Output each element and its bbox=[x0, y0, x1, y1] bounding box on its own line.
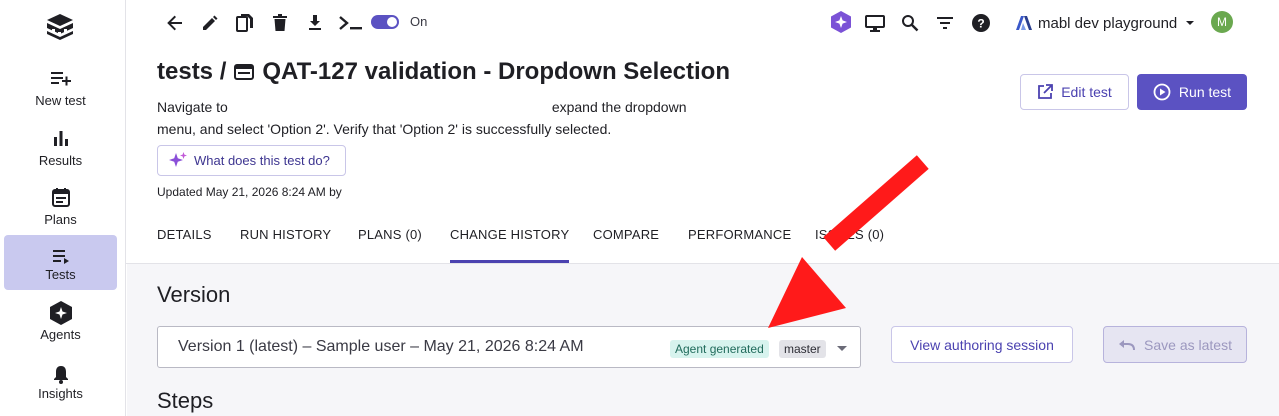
back-arrow-icon[interactable] bbox=[164, 12, 186, 34]
sidebar-item-label: Insights bbox=[38, 386, 83, 401]
tab-plans[interactable]: PLANS (0) bbox=[358, 227, 422, 242]
version-selected-value: Version 1 (latest) – Sample user – May 2… bbox=[178, 338, 584, 355]
download-icon[interactable] bbox=[304, 12, 326, 34]
edit-button-label: Edit test bbox=[1061, 84, 1112, 100]
view-authoring-session-button[interactable]: View authoring session bbox=[891, 326, 1073, 363]
steps-section-title: Steps bbox=[157, 388, 214, 413]
sidebar-item-tests[interactable]: Tests bbox=[4, 235, 117, 290]
new-test-icon bbox=[4, 67, 117, 89]
version-select[interactable]: Version 1 (latest) – Sample user – May 2… bbox=[157, 326, 861, 368]
workspace-selector[interactable]: mabl dev playground bbox=[1015, 12, 1195, 34]
tab-performance[interactable]: PERFORMANCE bbox=[688, 227, 791, 242]
run-button-label: Run test bbox=[1178, 84, 1232, 100]
toggle-switch[interactable] bbox=[371, 15, 399, 29]
help-icon[interactable]: ? bbox=[970, 12, 992, 34]
agents-icon bbox=[4, 301, 117, 325]
duplicate-icon[interactable] bbox=[234, 12, 256, 34]
test-description: Navigate to expand the dropdown menu, and… bbox=[157, 96, 717, 140]
workspace-name: mabl dev playground bbox=[1038, 14, 1178, 32]
bell-icon bbox=[4, 363, 117, 385]
page-title: tests / QAT-127 validation - Dropdown Se… bbox=[157, 58, 730, 86]
sidebar-item-label: Agents bbox=[40, 327, 81, 342]
open-external-icon bbox=[1038, 84, 1054, 99]
sparkle-icon bbox=[169, 151, 187, 167]
svg-text:?: ? bbox=[977, 17, 984, 31]
sidebar-item-label: Tests bbox=[45, 267, 76, 282]
description-line-2: menu, and select 'Option 2'. Verify that… bbox=[157, 121, 612, 137]
results-chart-icon bbox=[4, 127, 117, 149]
save-latest-label: Save as latest bbox=[1144, 336, 1232, 353]
run-test-button[interactable]: Run test bbox=[1137, 74, 1247, 110]
tab-run-history[interactable]: RUN HISTORY bbox=[240, 227, 331, 242]
test-title: QAT-127 validation - Dropdown Selection bbox=[262, 58, 730, 85]
sidebar-item-label: Results bbox=[38, 153, 83, 168]
sidebar-item-new-test[interactable]: New test bbox=[4, 60, 117, 115]
sidebar-item-results[interactable]: Results bbox=[4, 120, 117, 175]
calendar-icon bbox=[4, 186, 117, 208]
monitor-icon[interactable] bbox=[864, 12, 886, 34]
tests-list-icon bbox=[4, 245, 117, 267]
chevron-down-icon bbox=[837, 346, 847, 351]
tab-change-history[interactable]: CHANGE HISTORY bbox=[450, 227, 570, 263]
mabl-logo-icon[interactable] bbox=[44, 11, 76, 43]
edit-test-button[interactable]: Edit test bbox=[1020, 74, 1129, 110]
branch-badge: master bbox=[779, 340, 826, 358]
tab-details[interactable]: DETAILS bbox=[157, 227, 212, 242]
agent-generated-badge: Agent generated bbox=[670, 340, 769, 358]
sidebar-item-agents[interactable]: Agents bbox=[4, 298, 117, 353]
updated-info: Updated May 21, 2026 8:24 AM by bbox=[157, 185, 342, 199]
browser-test-icon bbox=[234, 64, 255, 80]
tab-compare[interactable]: COMPARE bbox=[593, 227, 659, 242]
sidebar-item-insights[interactable]: Insights bbox=[4, 358, 117, 413]
delete-trash-icon[interactable] bbox=[269, 12, 291, 34]
save-as-latest-button[interactable]: Save as latest bbox=[1103, 326, 1247, 363]
toggle-label: On bbox=[410, 14, 428, 29]
sidebar: New test Results Plans Tests Agents Insi… bbox=[0, 0, 126, 416]
play-circle-icon bbox=[1153, 83, 1171, 101]
undo-icon bbox=[1119, 339, 1136, 350]
chevron-down-icon bbox=[1186, 21, 1195, 25]
version-section-title: Version bbox=[157, 282, 231, 307]
ai-button-label: What does this test do? bbox=[194, 153, 330, 168]
edit-pencil-icon[interactable] bbox=[199, 12, 221, 34]
what-does-this-test-do-button[interactable]: What does this test do? bbox=[157, 145, 346, 176]
sidebar-item-plans[interactable]: Plans bbox=[4, 179, 117, 234]
sidebar-item-label: Plans bbox=[44, 212, 77, 227]
ai-assistant-icon[interactable] bbox=[829, 10, 853, 34]
description-start: Navigate to bbox=[157, 99, 228, 115]
sidebar-item-label: New test bbox=[35, 93, 86, 108]
terminal-icon[interactable] bbox=[338, 12, 364, 34]
breadcrumb[interactable]: tests / bbox=[157, 58, 226, 86]
search-icon[interactable] bbox=[899, 12, 921, 34]
workspace-logo-icon bbox=[1016, 16, 1032, 30]
description-end: expand the dropdown bbox=[551, 99, 687, 115]
tab-issues[interactable]: ISSUES (0) bbox=[815, 227, 884, 242]
filter-icon[interactable] bbox=[934, 12, 956, 34]
avatar[interactable]: M bbox=[1211, 11, 1233, 33]
